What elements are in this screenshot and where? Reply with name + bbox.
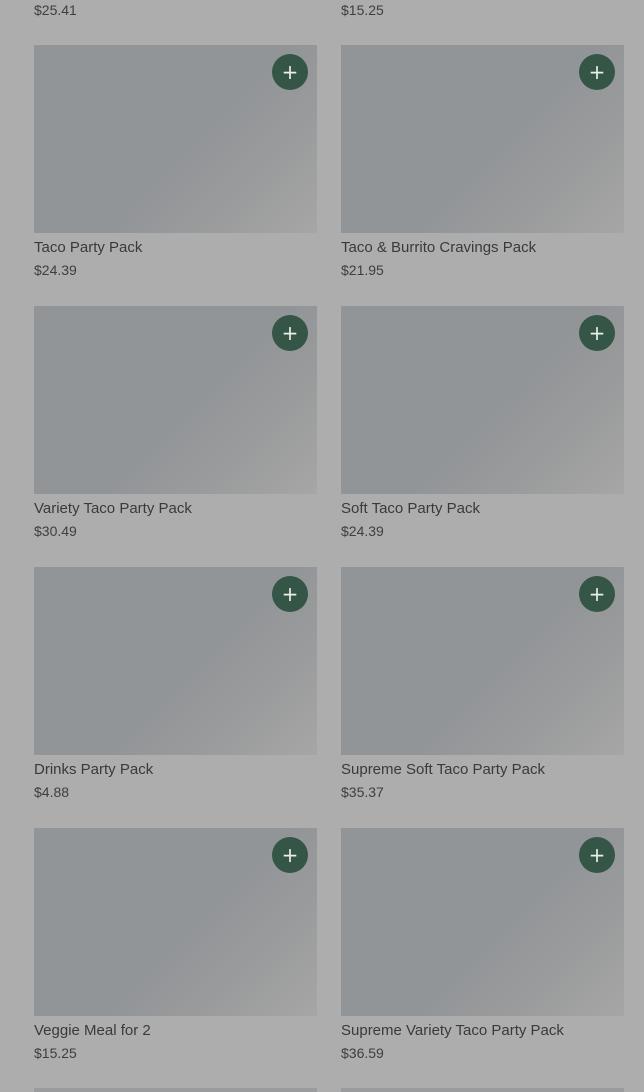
plus-icon: +: [281, 582, 299, 606]
plus-icon: +: [281, 60, 299, 84]
product-grid: + Taco Party Pack $24.39 + Taco & Burrit…: [34, 45, 624, 1089]
product-image[interactable]: +: [341, 828, 624, 1016]
product-image[interactable]: +: [341, 567, 624, 755]
add-to-cart-button[interactable]: +: [272, 54, 308, 90]
product-card[interactable]: + Variety Taco Party Pack $30.49: [34, 306, 317, 567]
product-card[interactable]: + Taco & Burrito Cravings Pack $21.95: [341, 45, 624, 306]
product-image[interactable]: +: [34, 45, 317, 233]
plus-icon: +: [281, 321, 299, 345]
add-to-cart-button[interactable]: +: [272, 576, 308, 612]
product-price: $24.39: [341, 523, 384, 539]
plus-icon: +: [588, 321, 606, 345]
next-product-image-partial[interactable]: [341, 1088, 624, 1092]
product-price: $30.49: [34, 523, 77, 539]
plus-icon: +: [588, 843, 606, 867]
product-card[interactable]: + Taco Party Pack $24.39: [34, 45, 317, 306]
add-to-cart-button[interactable]: +: [579, 837, 615, 873]
product-card[interactable]: + Soft Taco Party Pack $24.39: [341, 306, 624, 567]
add-to-cart-button[interactable]: +: [579, 54, 615, 90]
plus-icon: +: [281, 843, 299, 867]
product-price: $36.59: [341, 1045, 384, 1061]
product-image[interactable]: +: [341, 306, 624, 494]
product-card[interactable]: + Veggie Meal for 2 $15.25: [34, 828, 317, 1089]
product-card[interactable]: + Supreme Variety Taco Party Pack $36.59: [341, 828, 624, 1089]
product-name[interactable]: Taco Party Pack: [34, 239, 317, 256]
product-name[interactable]: Taco & Burrito Cravings Pack: [341, 239, 624, 256]
product-price: $4.88: [34, 784, 70, 800]
product-card[interactable]: + Supreme Soft Taco Party Pack $35.37: [341, 567, 624, 828]
product-name[interactable]: Variety Taco Party Pack: [34, 500, 317, 517]
add-to-cart-button[interactable]: +: [272, 837, 308, 873]
add-to-cart-button[interactable]: +: [579, 576, 615, 612]
plus-icon: +: [588, 60, 606, 84]
product-price: $24.39: [34, 262, 77, 278]
add-to-cart-button[interactable]: +: [272, 315, 308, 351]
product-image[interactable]: +: [34, 306, 317, 494]
product-image[interactable]: +: [34, 567, 317, 755]
product-image[interactable]: +: [34, 828, 317, 1016]
product-name[interactable]: Supreme Soft Taco Party Pack: [341, 761, 624, 778]
product-name[interactable]: Supreme Variety Taco Party Pack: [341, 1022, 624, 1039]
next-product-image-partial[interactable]: [34, 1088, 317, 1092]
product-image[interactable]: +: [341, 45, 624, 233]
product-price: $21.95: [341, 262, 384, 278]
product-price: $35.37: [341, 784, 384, 800]
product-card[interactable]: + Drinks Party Pack $4.88: [34, 567, 317, 828]
plus-icon: +: [588, 582, 606, 606]
product-name[interactable]: Drinks Party Pack: [34, 761, 317, 778]
previous-product-price-right: $15.25: [341, 2, 384, 18]
add-to-cart-button[interactable]: +: [579, 315, 615, 351]
product-price: $15.25: [34, 1045, 77, 1061]
product-name[interactable]: Veggie Meal for 2: [34, 1022, 317, 1039]
product-name[interactable]: Soft Taco Party Pack: [341, 500, 624, 517]
previous-product-price-left: $25.41: [34, 2, 77, 18]
